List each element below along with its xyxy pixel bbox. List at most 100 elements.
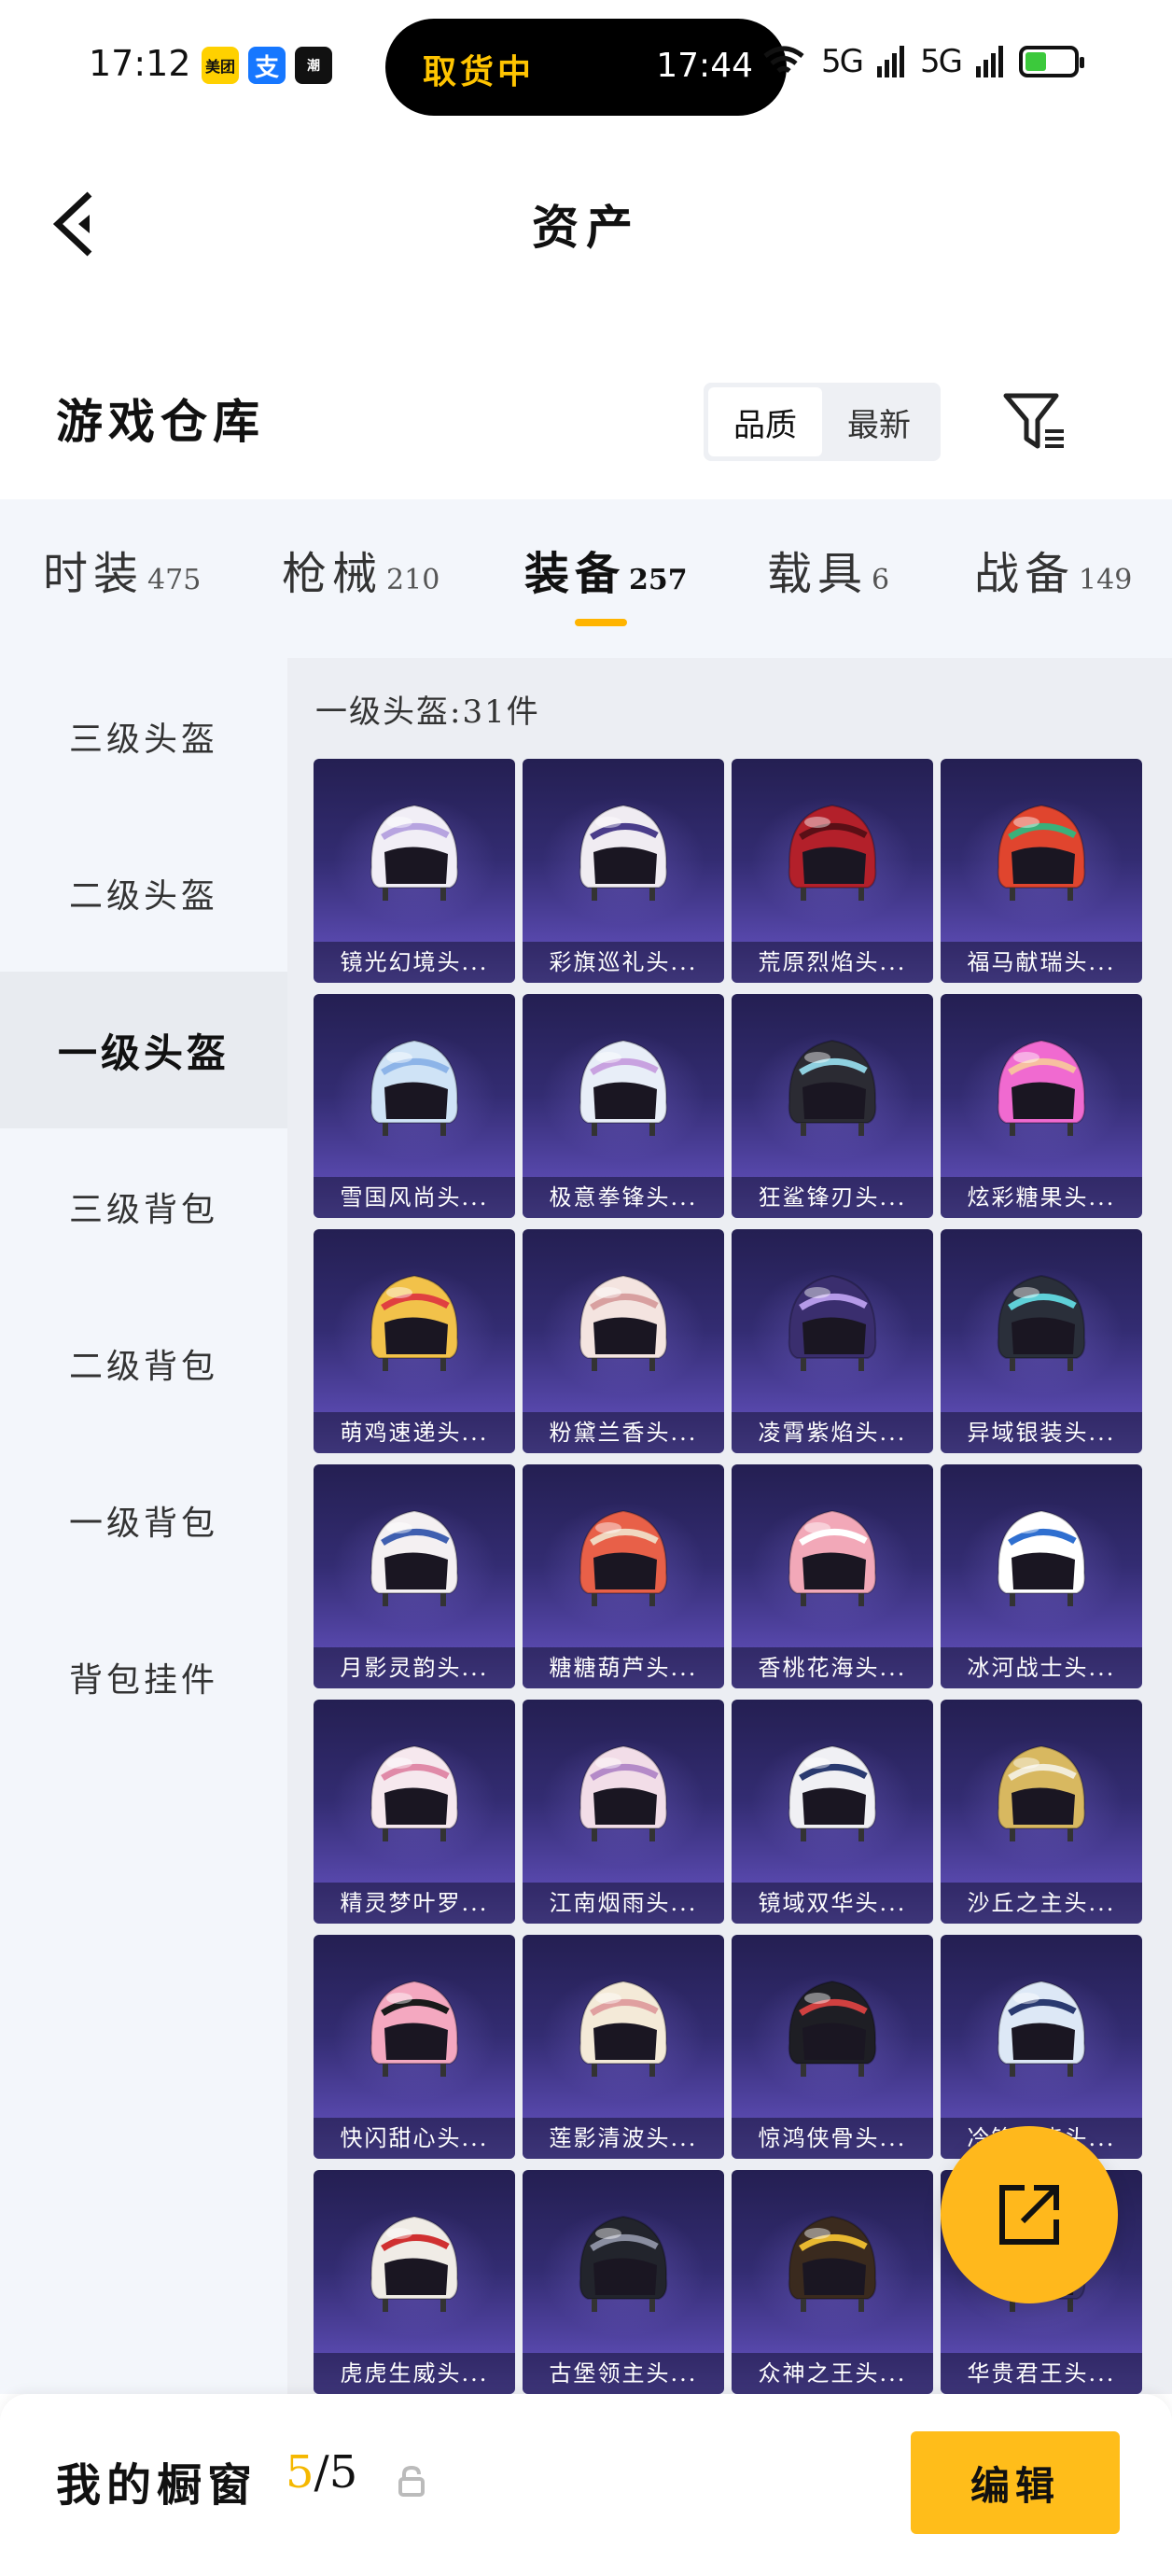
tab-vehicles[interactable]: 载具 6 (767, 537, 889, 602)
section-title: 游戏仓库 (56, 394, 265, 449)
item-card[interactable]: 月影灵韵头... (314, 1464, 515, 1688)
tab-supplies[interactable]: 战备 149 (974, 537, 1132, 602)
item-name: 快闪甜心头... (314, 2118, 515, 2159)
share-button[interactable] (941, 2126, 1118, 2303)
tab-label: 装备 (524, 548, 626, 600)
tab-equipment[interactable]: 装备 257 (524, 537, 688, 602)
system-icons: 5G 5G (761, 43, 1084, 80)
sort-toggle: 品质 最新 (704, 383, 941, 461)
status-bar: 17:12 美团 支 潮 取货中 17:44 5G 5G (0, 0, 1172, 131)
item-name: 月影灵韵头... (314, 1647, 515, 1688)
sidebar-item-level3-helmet[interactable]: 三级头盔 (0, 658, 287, 815)
sort-by-quality-button[interactable]: 品质 (708, 387, 822, 456)
sort-by-latest-button[interactable]: 最新 (822, 387, 936, 456)
sidebar-item-level1-helmet[interactable]: 一级头盔 (0, 972, 287, 1128)
item-card[interactable]: 虎虎生威头... (314, 2170, 515, 2394)
item-card[interactable]: 雪国风尚头... (314, 994, 515, 1218)
item-name: 冰河战士头... (941, 1647, 1142, 1688)
tab-count: 475 (147, 564, 202, 596)
filter-icon[interactable] (1000, 388, 1067, 455)
sidebar-item-backpack-charm[interactable]: 背包挂件 (0, 1599, 287, 1756)
item-name: 精灵梦叶罗... (314, 1883, 515, 1924)
item-card[interactable]: 凌霄紫焰头... (732, 1229, 933, 1453)
helmet-icon (579, 2215, 668, 2312)
showcase-title: 我的橱窗 (56, 2459, 258, 2512)
clock: 17:12 (89, 43, 191, 84)
item-card[interactable]: 惊鸿侠骨头... (732, 1935, 933, 2159)
item-name: 狂鲨锋刃头... (732, 1177, 933, 1218)
item-card[interactable]: 精灵梦叶罗... (314, 1700, 515, 1924)
helmet-icon (788, 1980, 877, 2077)
signal-5g-icon-2: 5G (920, 43, 963, 80)
item-name: 古堡领主头... (523, 2353, 724, 2394)
item-name: 荒原烈焰头... (732, 942, 933, 983)
helmet-icon (997, 1980, 1086, 2077)
showcase-count-total: /5 (314, 2446, 358, 2499)
helmet-icon (788, 1744, 877, 1841)
helmet-icon (370, 1744, 459, 1841)
warehouse-header: 游戏仓库 品质 最新 (0, 364, 1172, 476)
pill-status-label: 取货中 (423, 52, 536, 91)
item-name: 众神之王头... (732, 2353, 933, 2394)
item-card[interactable]: 莲影清波头... (523, 1935, 724, 2159)
showcase-count: 5/5 (286, 2446, 357, 2499)
signal-bars-icon (877, 46, 905, 77)
live-activity-pill[interactable]: 取货中 17:44 (385, 19, 787, 116)
item-name: 福马献瑞头... (941, 942, 1142, 983)
item-card[interactable]: 狂鲨锋刃头... (732, 994, 933, 1218)
item-card[interactable]: 江南烟雨头... (523, 1700, 724, 1924)
item-card[interactable]: 萌鸡速递头... (314, 1229, 515, 1453)
item-card[interactable]: 福马献瑞头... (941, 759, 1142, 983)
helmet-icon (997, 1039, 1086, 1136)
helmet-icon (997, 1744, 1086, 1841)
tab-count: 210 (386, 564, 440, 596)
item-card[interactable]: 异域银装头... (941, 1229, 1142, 1453)
item-name: 糖糖葫芦头... (523, 1647, 724, 1688)
item-card[interactable]: 镜光幻境头... (314, 759, 515, 983)
item-name: 华贵君王头... (941, 2353, 1142, 2394)
item-name: 粉黛兰香头... (523, 1412, 724, 1453)
signal-bars-icon-2 (976, 46, 1003, 77)
tab-weapons[interactable]: 枪械 210 (282, 537, 440, 602)
lock-icon (398, 2465, 425, 2497)
sidebar-item-level3-backpack[interactable]: 三级背包 (0, 1128, 287, 1285)
item-card[interactable]: 炫彩糖果头... (941, 994, 1142, 1218)
helmet-icon (579, 1039, 668, 1136)
helmet-icon (579, 1509, 668, 1606)
item-card[interactable]: 糖糖葫芦头... (523, 1464, 724, 1688)
item-card[interactable]: 香桃花海头... (732, 1464, 933, 1688)
edit-button[interactable]: 编辑 (911, 2431, 1120, 2534)
app-notification-icon: 潮 (295, 47, 332, 84)
helmet-icon (788, 1274, 877, 1371)
helmet-icon (997, 1274, 1086, 1371)
helmet-icon (370, 804, 459, 901)
sidebar-item-level1-backpack[interactable]: 一级背包 (0, 1442, 287, 1599)
item-card[interactable]: 彩旗巡礼头... (523, 759, 724, 983)
notification-badges: 美团 支 潮 (202, 47, 332, 84)
subcategory-sidebar: 三级头盔 二级头盔 一级头盔 三级背包 二级背包 一级背包 背包挂件 (0, 658, 287, 2394)
tab-label: 战备 (974, 548, 1076, 600)
item-card[interactable]: 众神之王头... (732, 2170, 933, 2394)
sidebar-item-level2-helmet[interactable]: 二级头盔 (0, 815, 287, 972)
item-card[interactable]: 粉黛兰香头... (523, 1229, 724, 1453)
tab-fashion[interactable]: 时装 475 (43, 537, 201, 602)
item-name: 镜光幻境头... (314, 942, 515, 983)
item-card[interactable]: 古堡领主头... (523, 2170, 724, 2394)
item-card[interactable]: 冰河战士头... (941, 1464, 1142, 1688)
alipay-app-icon: 支 (248, 47, 286, 84)
helmet-icon (788, 804, 877, 901)
item-name: 沙丘之主头... (941, 1883, 1142, 1924)
item-name: 萌鸡速递头... (314, 1412, 515, 1453)
item-card[interactable]: 快闪甜心头... (314, 1935, 515, 2159)
nav-bar: 资产 (0, 159, 1172, 280)
item-card[interactable]: 冷锋寒晓头... (941, 1935, 1142, 2159)
helmet-icon (579, 1744, 668, 1841)
item-card[interactable]: 荒原烈焰头... (732, 759, 933, 983)
item-card[interactable]: 沙丘之主头... (941, 1700, 1142, 1924)
tab-count: 257 (629, 564, 688, 596)
sidebar-item-level2-backpack[interactable]: 二级背包 (0, 1285, 287, 1442)
helmet-icon (370, 1980, 459, 2077)
wifi-icon (763, 46, 804, 74)
item-card[interactable]: 极意拳锋头... (523, 994, 724, 1218)
item-card[interactable]: 镜域双华头... (732, 1700, 933, 1924)
